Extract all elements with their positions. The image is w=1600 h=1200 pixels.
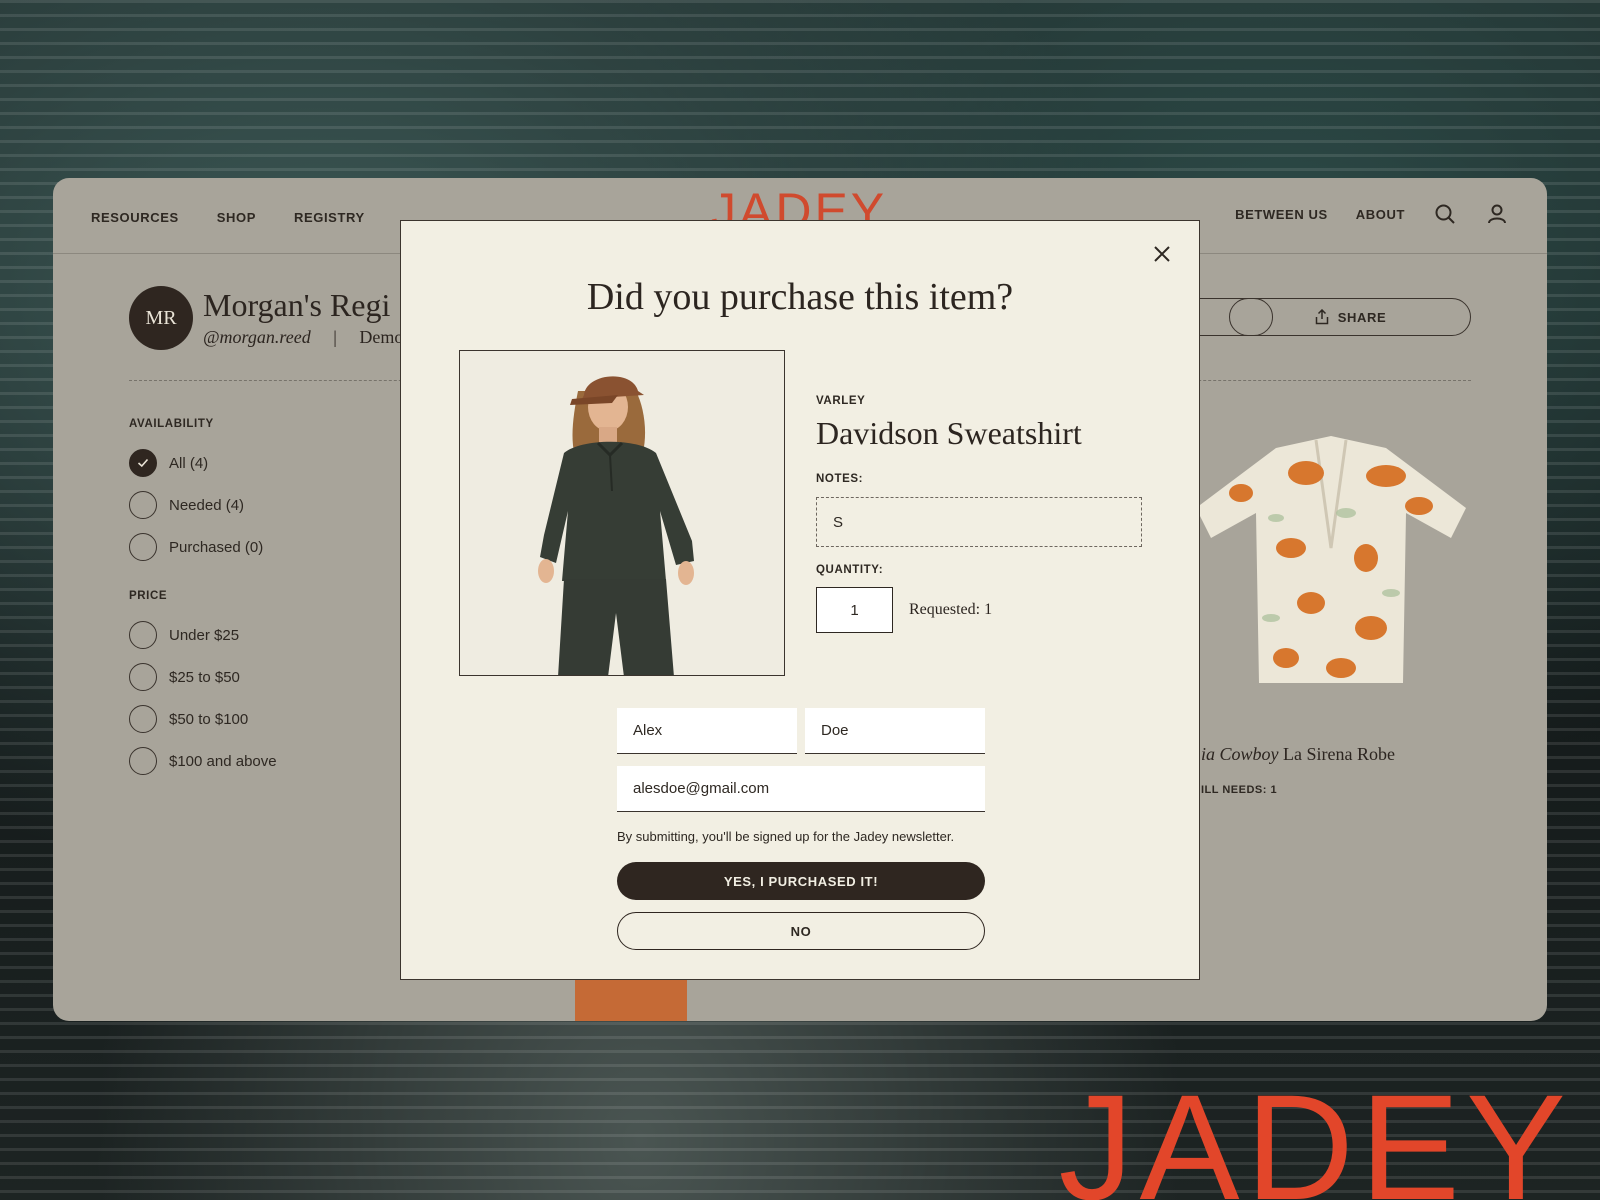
background-product-fragment (575, 978, 687, 1021)
filter-label: Purchased (0) (169, 538, 264, 556)
item-image (459, 350, 785, 676)
notes-field[interactable] (816, 497, 1142, 547)
nav-link-resources[interactable]: RESOURCES (91, 210, 179, 225)
filter-option-needed[interactable]: Needed (4) (129, 484, 277, 526)
robe-still-needs: ILL NEEDS: 1 (1201, 784, 1278, 796)
close-icon (1154, 246, 1170, 262)
filter-sidebar: AVAILABILITY All (4) Needed (4) Purchase… (129, 418, 277, 782)
nav-link-about[interactable]: ABOUT (1356, 207, 1405, 222)
radio[interactable] (129, 705, 157, 733)
item-name: Davidson Sweatshirt (816, 415, 1082, 451)
price-title: PRICE (129, 590, 168, 602)
requested-count: Requested: 1 (909, 601, 993, 618)
nav-link-between-us[interactable]: BETWEEN US (1235, 207, 1328, 222)
registry-handle: @morgan.reed (203, 327, 311, 348)
nav-left-links: RESOURCES SHOP REGISTRY (91, 210, 365, 225)
last-name-field[interactable] (805, 708, 985, 754)
price-filter: PRICE Under $25 $25 to $50 $50 to $100 $… (129, 590, 277, 782)
subtitle-separator: | (333, 327, 337, 348)
avatar: MR (129, 286, 193, 350)
radio[interactable] (129, 747, 157, 775)
radio[interactable] (129, 663, 157, 691)
filter-label: $50 to $100 (169, 710, 249, 728)
filter-option-25-50[interactable]: $25 to $50 (129, 656, 277, 698)
registry-title: Morgan's Regi (203, 286, 391, 323)
registry-subtitle: @morgan.reed | Demo (203, 327, 403, 348)
notes-label: NOTES: (816, 473, 864, 485)
close-button[interactable] (1147, 239, 1177, 269)
robe-product-image[interactable] (1181, 428, 1481, 698)
confirm-purchase-button[interactable]: YES, I PURCHASED IT! (617, 862, 985, 900)
registry-sub-text: Demo (359, 327, 404, 348)
filter-label: Needed (4) (169, 496, 245, 514)
filter-option-50-100[interactable]: $50 to $100 (129, 698, 277, 740)
quantity-label: QUANTITY: (816, 564, 884, 576)
filter-label: Under $25 (169, 626, 240, 644)
radio[interactable] (129, 491, 157, 519)
jadey-watermark-logo: JADEY (1058, 1063, 1572, 1200)
nav-link-registry[interactable]: REGISTRY (294, 210, 365, 225)
check-icon (137, 458, 149, 468)
filter-label: $25 to $50 (169, 668, 240, 686)
radio[interactable] (129, 621, 157, 649)
robe-product-title[interactable]: ia Cowboy La Sirena Robe (1201, 744, 1395, 765)
filter-label: $100 and above (169, 752, 277, 770)
availability-filter: AVAILABILITY All (4) Needed (4) Purchase… (129, 418, 277, 568)
filter-option-purchased[interactable]: Purchased (0) (129, 526, 277, 568)
share-label: SHARE (1337, 309, 1387, 325)
registry-profile: MR Morgan's Regi @morgan.reed | Demo (129, 286, 403, 350)
newsletter-disclaimer: By submitting, you'll be signed up for t… (617, 829, 955, 844)
quantity-field[interactable] (816, 587, 893, 633)
nav-right-links: BETWEEN US ABOUT (1235, 202, 1509, 226)
sweatshirt-model-photo (460, 351, 784, 675)
filter-label: All (4) (169, 454, 209, 472)
filter-option-100-above[interactable]: $100 and above (129, 740, 277, 782)
checked-radio[interactable] (129, 449, 157, 477)
filter-option-all[interactable]: All (4) (129, 442, 277, 484)
decline-button[interactable]: NO (617, 912, 985, 950)
modal-title: Did you purchase this item? (586, 276, 1014, 318)
radio[interactable] (129, 533, 157, 561)
share-button[interactable]: SHARE (1229, 298, 1471, 336)
email-field[interactable] (617, 766, 985, 812)
filter-option-under-25[interactable]: Under $25 (129, 614, 277, 656)
availability-title: AVAILABILITY (129, 418, 214, 430)
robe-name: La Sirena Robe (1283, 744, 1395, 764)
share-icon (1315, 309, 1328, 325)
first-name-field[interactable] (617, 708, 797, 754)
item-brand: VARLEY (816, 395, 866, 407)
nav-link-shop[interactable]: SHOP (217, 210, 256, 225)
robe-brand: ia Cowboy (1201, 744, 1279, 764)
search-icon[interactable] (1433, 202, 1457, 226)
user-icon[interactable] (1485, 202, 1509, 226)
purchase-confirmation-modal: Did you purchase this item? VARLEY David… (400, 220, 1200, 980)
